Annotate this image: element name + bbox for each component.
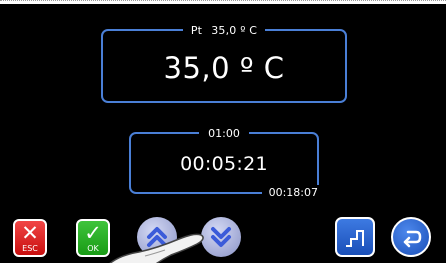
temperature-panel[interactable]: Pt 35,0 º C 35,0 º C xyxy=(101,24,347,103)
current-temperature: 35,0 º C xyxy=(163,51,285,85)
timer-panel[interactable]: 01:00 00:05:21 00:18:07 xyxy=(129,127,320,201)
check-mark-icon: ✓ xyxy=(84,221,102,245)
elapsed-time: 00:05:21 xyxy=(180,153,268,175)
temperature-setpoint: 35,0 º C xyxy=(211,24,258,37)
device-screen: Pt 35,0 º C 35,0 º C 01:00 00:05:21 00:18… xyxy=(0,4,446,263)
pointing-hand-icon xyxy=(109,233,204,263)
total-time: 00:18:07 xyxy=(261,185,320,201)
esc-button-label: ESC xyxy=(22,244,38,253)
return-arrow-icon xyxy=(403,230,422,248)
steps-button[interactable] xyxy=(335,217,375,257)
temperature-header-text: Pt 35,0 º C xyxy=(182,24,266,37)
ok-button-label: OK xyxy=(87,244,99,253)
timer-setpoint: 01:00 xyxy=(199,127,249,140)
esc-button[interactable]: ✕ ESC xyxy=(13,219,47,257)
screenshot-frame: Pt 35,0 º C 35,0 º C 01:00 00:05:21 00:18… xyxy=(0,0,446,263)
back-button[interactable] xyxy=(391,217,431,257)
steps-icon xyxy=(346,230,364,247)
probe-label: Pt xyxy=(190,24,203,37)
temperature-header: Pt 35,0 º C xyxy=(103,20,345,40)
x-mark-icon: ✕ xyxy=(21,221,39,245)
timer-header: 01:00 xyxy=(131,123,317,143)
